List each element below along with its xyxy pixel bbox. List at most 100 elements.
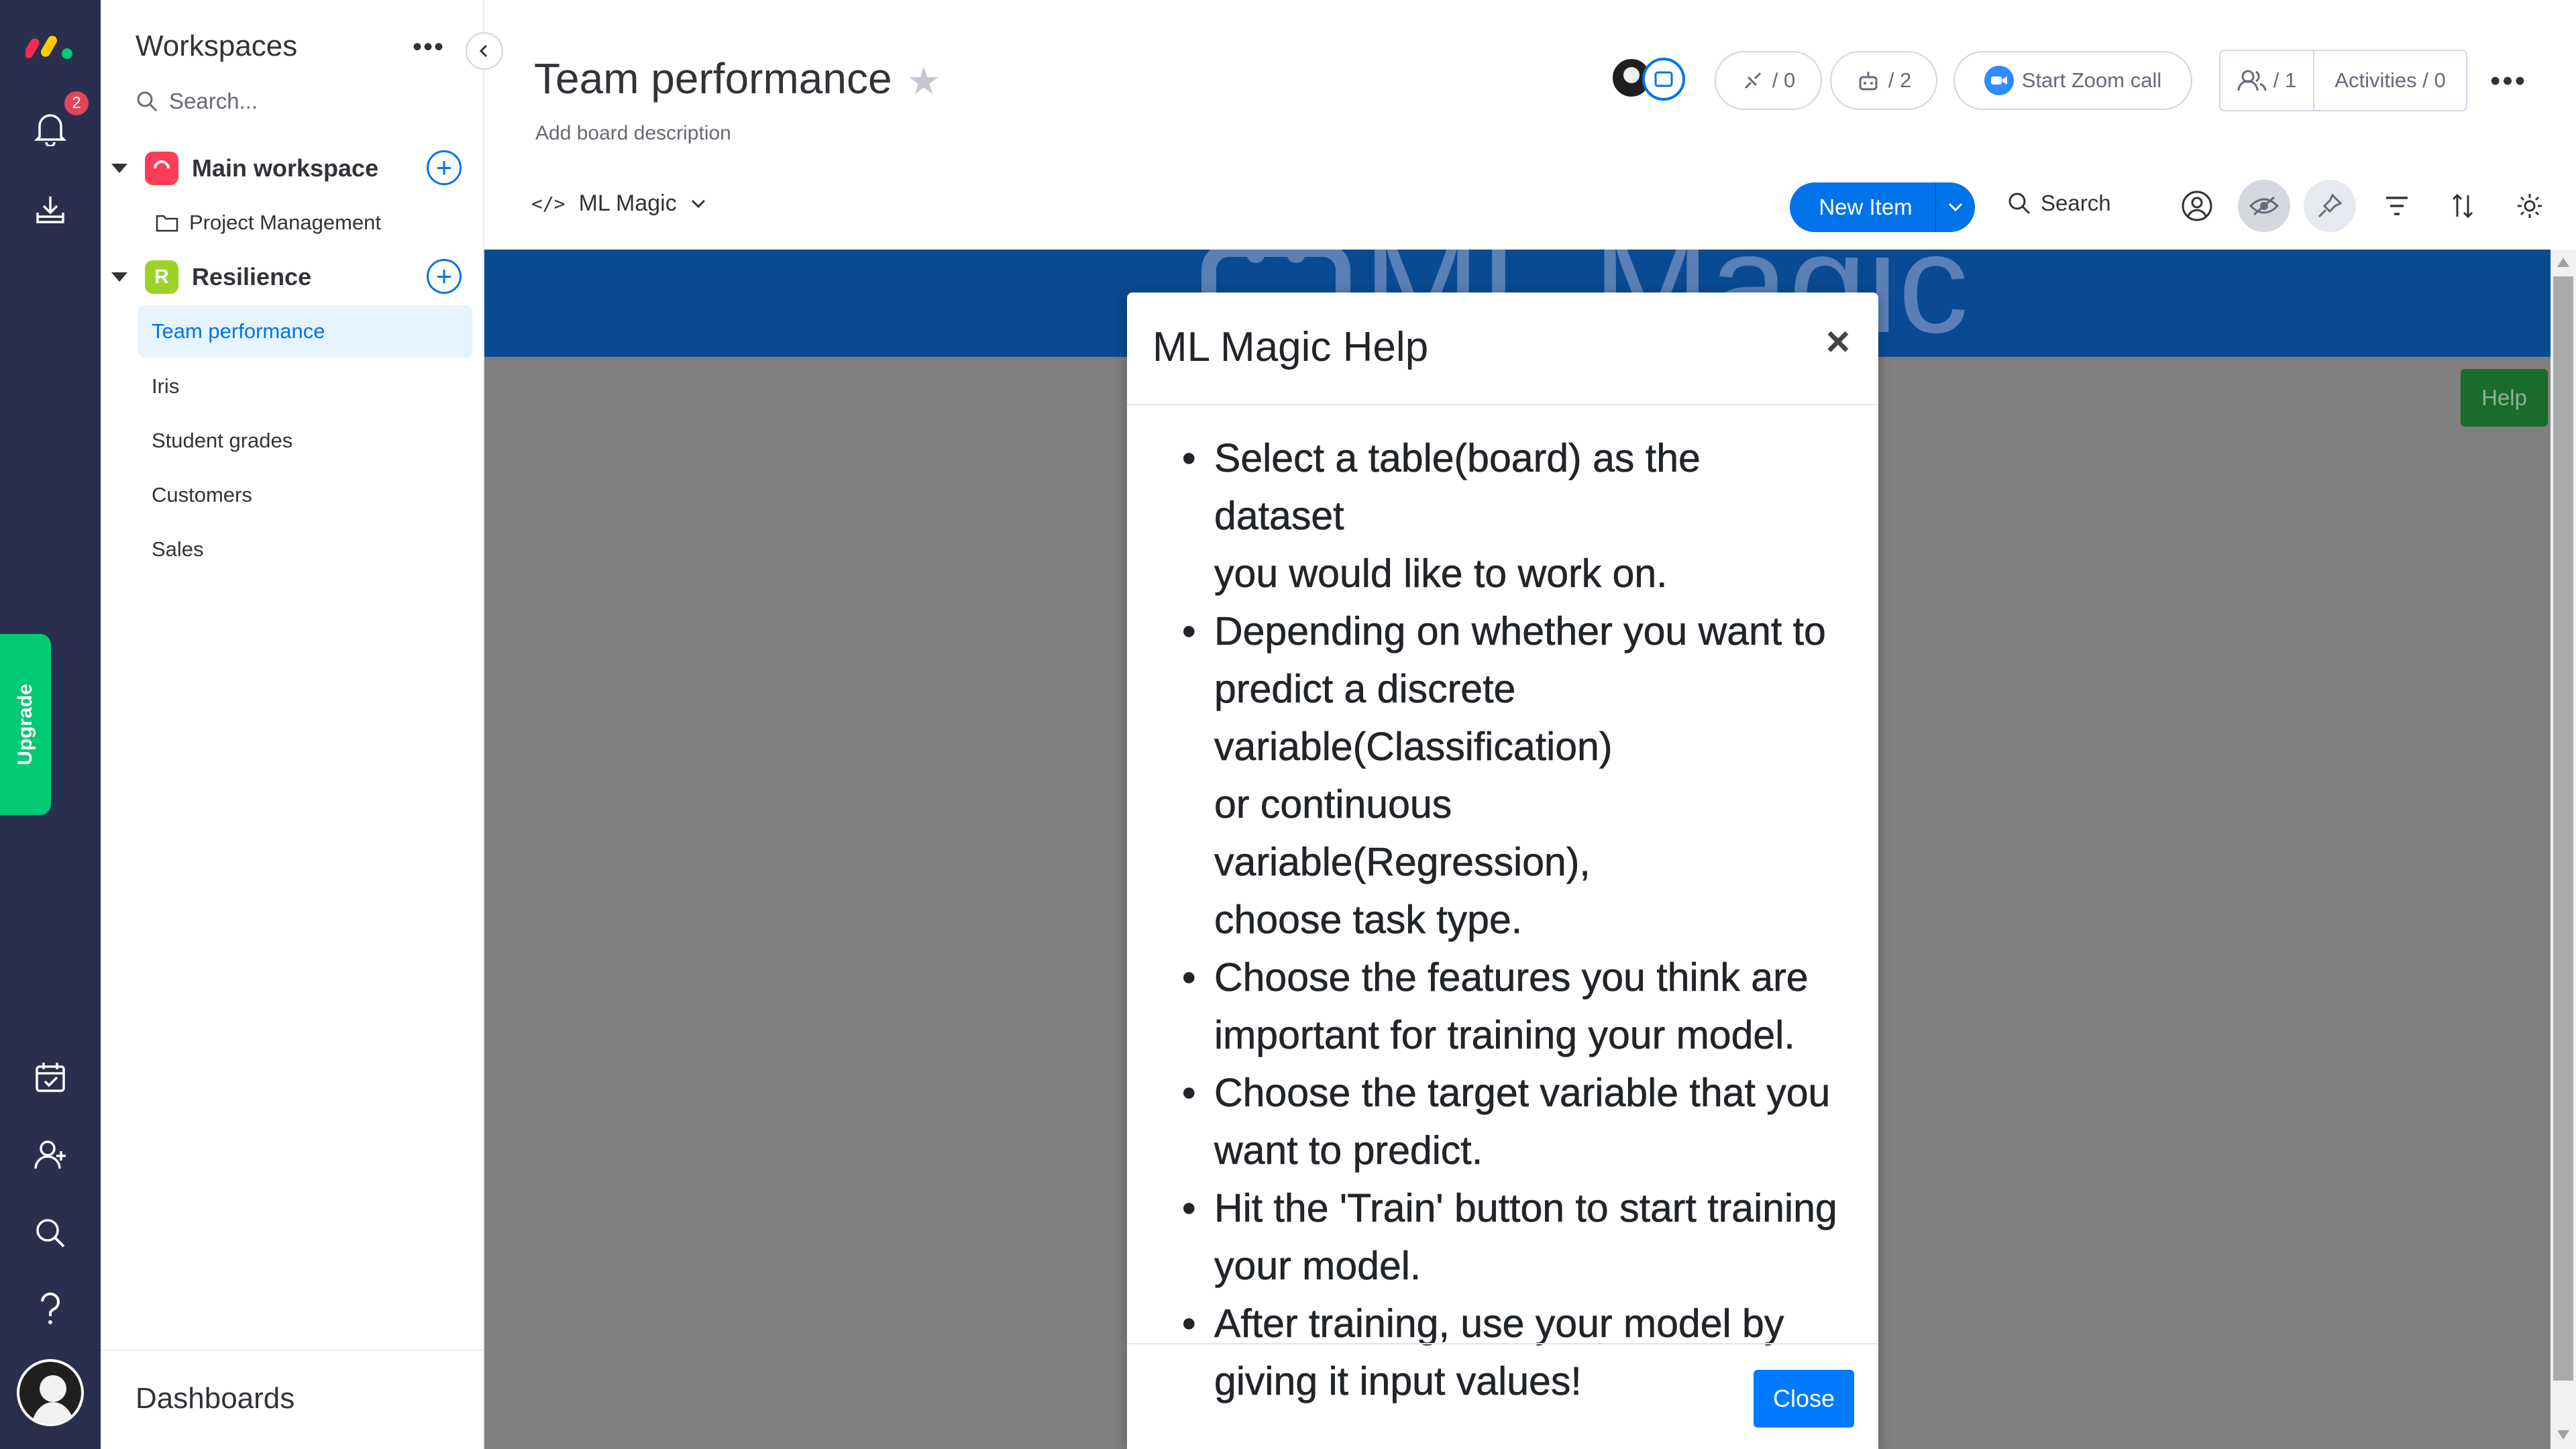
chevron-left-icon — [479, 44, 488, 58]
modal-title: ML Magic Help — [1152, 324, 1429, 370]
collapse-sidebar-button[interactable] — [466, 32, 503, 70]
search-icon — [2008, 193, 2031, 215]
help-line: Hit the 'Train' button to start training — [1214, 1186, 1837, 1231]
members-activity-box: / 1 Activities / 0 — [2219, 50, 2467, 111]
zoom-camera-icon — [1984, 66, 2014, 95]
sort-icon[interactable] — [2436, 180, 2489, 232]
scroll-down-arrow-icon[interactable] — [2557, 1430, 2569, 1440]
scroll-up-arrow-icon[interactable] — [2557, 258, 2569, 267]
workspace-search-input[interactable]: Search... — [136, 89, 258, 114]
workspace-resilience[interactable]: R Resilience — [107, 260, 311, 294]
notification-count-badge: 2 — [64, 91, 89, 115]
invite-members-icon[interactable] — [29, 1134, 72, 1177]
integrations-icon — [1744, 72, 1761, 89]
ml-magic-help-modal: ML Magic Help × Select a table(board) as… — [1127, 292, 1878, 1449]
board-item-student-grades[interactable]: Student grades — [138, 415, 472, 467]
help-line: important for training your model. — [1214, 1013, 1795, 1058]
board-item-team-performance[interactable]: Team performance — [138, 305, 472, 358]
new-item-label: New Item — [1819, 195, 1913, 219]
dashboards-section[interactable]: Dashboards — [136, 1382, 294, 1415]
new-item-dropdown[interactable] — [1935, 182, 1975, 232]
help-button[interactable]: Help — [2461, 369, 2548, 427]
zoom-label: Start Zoom call — [2021, 68, 2162, 92]
help-item: Select a table(board) as the dataset you… — [1181, 429, 1838, 602]
main-workspace-icon — [145, 152, 178, 185]
board-more-icon[interactable]: ••• — [2490, 64, 2527, 98]
pin-icon[interactable] — [2304, 180, 2356, 232]
help-line: Choose the target variable that you — [1214, 1071, 1831, 1116]
search-everything-icon[interactable] — [29, 1212, 72, 1254]
inbox-download-icon[interactable] — [29, 188, 72, 231]
folder-item[interactable]: Project Management — [156, 211, 381, 235]
workspace-name: Resilience — [192, 263, 312, 290]
view-tab-ml-magic[interactable]: </> ML Magic — [531, 191, 706, 217]
help-line: choose task type. — [1214, 898, 1523, 943]
board-search-button[interactable]: Search — [2007, 191, 2111, 216]
integrations-button[interactable]: / 0 — [1715, 51, 1822, 110]
resilience-workspace-icon: R — [145, 260, 178, 294]
robot-icon — [1859, 72, 1878, 91]
workspace-main[interactable]: Main workspace — [107, 152, 378, 185]
help-line: your model. — [1214, 1244, 1421, 1289]
upgrade-label: Upgrade — [14, 684, 36, 765]
new-item-button[interactable]: New Item — [1790, 182, 1975, 232]
close-button[interactable]: Close — [1754, 1370, 1854, 1428]
help-line: Depending on whether you want to — [1214, 609, 1826, 654]
help-item: Choose the target variable that you want… — [1181, 1064, 1838, 1179]
members-button[interactable]: / 1 — [2220, 51, 2314, 110]
upgrade-button[interactable]: Upgrade — [0, 634, 51, 815]
filter-icon[interactable] — [2371, 180, 2423, 232]
vertical-scrollbar[interactable] — [2551, 250, 2576, 1449]
monday-logo[interactable] — [25, 31, 75, 60]
help-line: you would like to work on. — [1214, 551, 1668, 596]
start-zoom-call-button[interactable]: Start Zoom call — [1953, 51, 2192, 110]
help-item: Hit the 'Train' button to start training… — [1181, 1179, 1838, 1295]
members-count: / 1 — [2273, 68, 2297, 92]
hide-eye-icon[interactable] — [2238, 180, 2290, 232]
search-icon — [137, 91, 158, 112]
add-to-workspace-button[interactable]: + — [427, 259, 462, 294]
person-filter-icon[interactable] — [2171, 180, 2223, 232]
activities-button[interactable]: Activities / 0 — [2314, 68, 2466, 93]
help-line: or continuous variable(Regression), — [1214, 782, 1591, 885]
workspace-name: Main workspace — [192, 154, 379, 182]
workspaces-title: Workspaces — [136, 30, 298, 62]
folder-icon — [156, 215, 178, 232]
favorite-star-icon[interactable]: ★ — [907, 59, 941, 103]
board-item-sales[interactable]: Sales — [138, 523, 472, 576]
board-description[interactable]: Add board description — [535, 122, 731, 145]
settings-gear-icon[interactable] — [2504, 180, 2556, 232]
help-item: Choose the features you think are import… — [1181, 949, 1838, 1064]
user-avatar[interactable] — [17, 1359, 84, 1426]
automations-count: / 2 — [1888, 68, 1912, 92]
automations-button[interactable]: / 2 — [1830, 51, 1937, 110]
help-line: variable(Classification) — [1214, 724, 1613, 769]
modal-footer: Close — [1127, 1343, 1878, 1449]
board-item-iris[interactable]: Iris — [138, 360, 472, 413]
modal-header: ML Magic Help × — [1127, 292, 1878, 405]
workspace-sidebar: Workspaces ••• Search... Main workspace … — [101, 0, 503, 1449]
my-work-calendar-icon[interactable] — [29, 1056, 72, 1099]
board-search-label: Search — [2041, 191, 2111, 215]
help-line: want to predict. — [1214, 1128, 1483, 1173]
workspace-more-icon[interactable]: ••• — [413, 32, 445, 62]
help-question-icon[interactable] — [29, 1288, 72, 1331]
code-icon: </> — [531, 193, 566, 215]
help-line: Select a table(board) as the dataset — [1214, 436, 1701, 539]
view-tab-label: ML Magic — [578, 191, 677, 216]
integrations-count: / 0 — [1772, 68, 1796, 92]
board-title[interactable]: Team performance — [534, 54, 892, 103]
help-line: Choose the features you think are — [1214, 955, 1809, 1000]
board-members-avatars[interactable] — [1610, 55, 1690, 102]
chevron-down-icon — [1948, 203, 1963, 212]
divider — [101, 1350, 484, 1351]
caret-down-icon — [111, 164, 127, 173]
people-icon — [2237, 70, 2267, 91]
caret-down-icon — [111, 272, 127, 282]
add-to-workspace-button[interactable]: + — [427, 150, 462, 185]
close-icon[interactable]: × — [1826, 318, 1850, 366]
board-item-customers[interactable]: Customers — [138, 469, 472, 521]
notifications-bell-icon[interactable] — [29, 107, 72, 150]
scroll-thumb[interactable] — [2553, 276, 2573, 1381]
workspace-search-placeholder: Search... — [169, 89, 258, 113]
